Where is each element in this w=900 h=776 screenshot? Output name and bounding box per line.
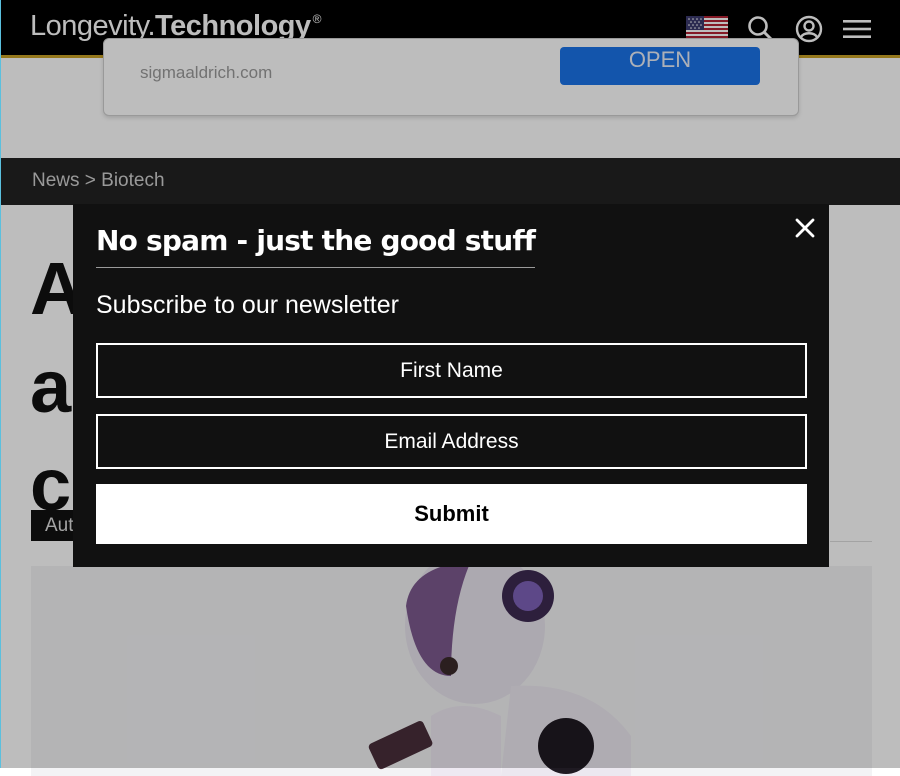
close-icon[interactable]: [793, 216, 817, 240]
newsletter-subtitle: Subscribe to our newsletter: [96, 291, 399, 319]
submit-button[interactable]: Submit: [96, 484, 807, 544]
window-edge: [0, 0, 1, 768]
newsletter-title: No spam - just the good stuff: [96, 224, 536, 268]
email-input[interactable]: [96, 414, 807, 469]
newsletter-modal: No spam - just the good stuff Subscribe …: [73, 204, 829, 567]
first-name-input[interactable]: [96, 343, 807, 398]
